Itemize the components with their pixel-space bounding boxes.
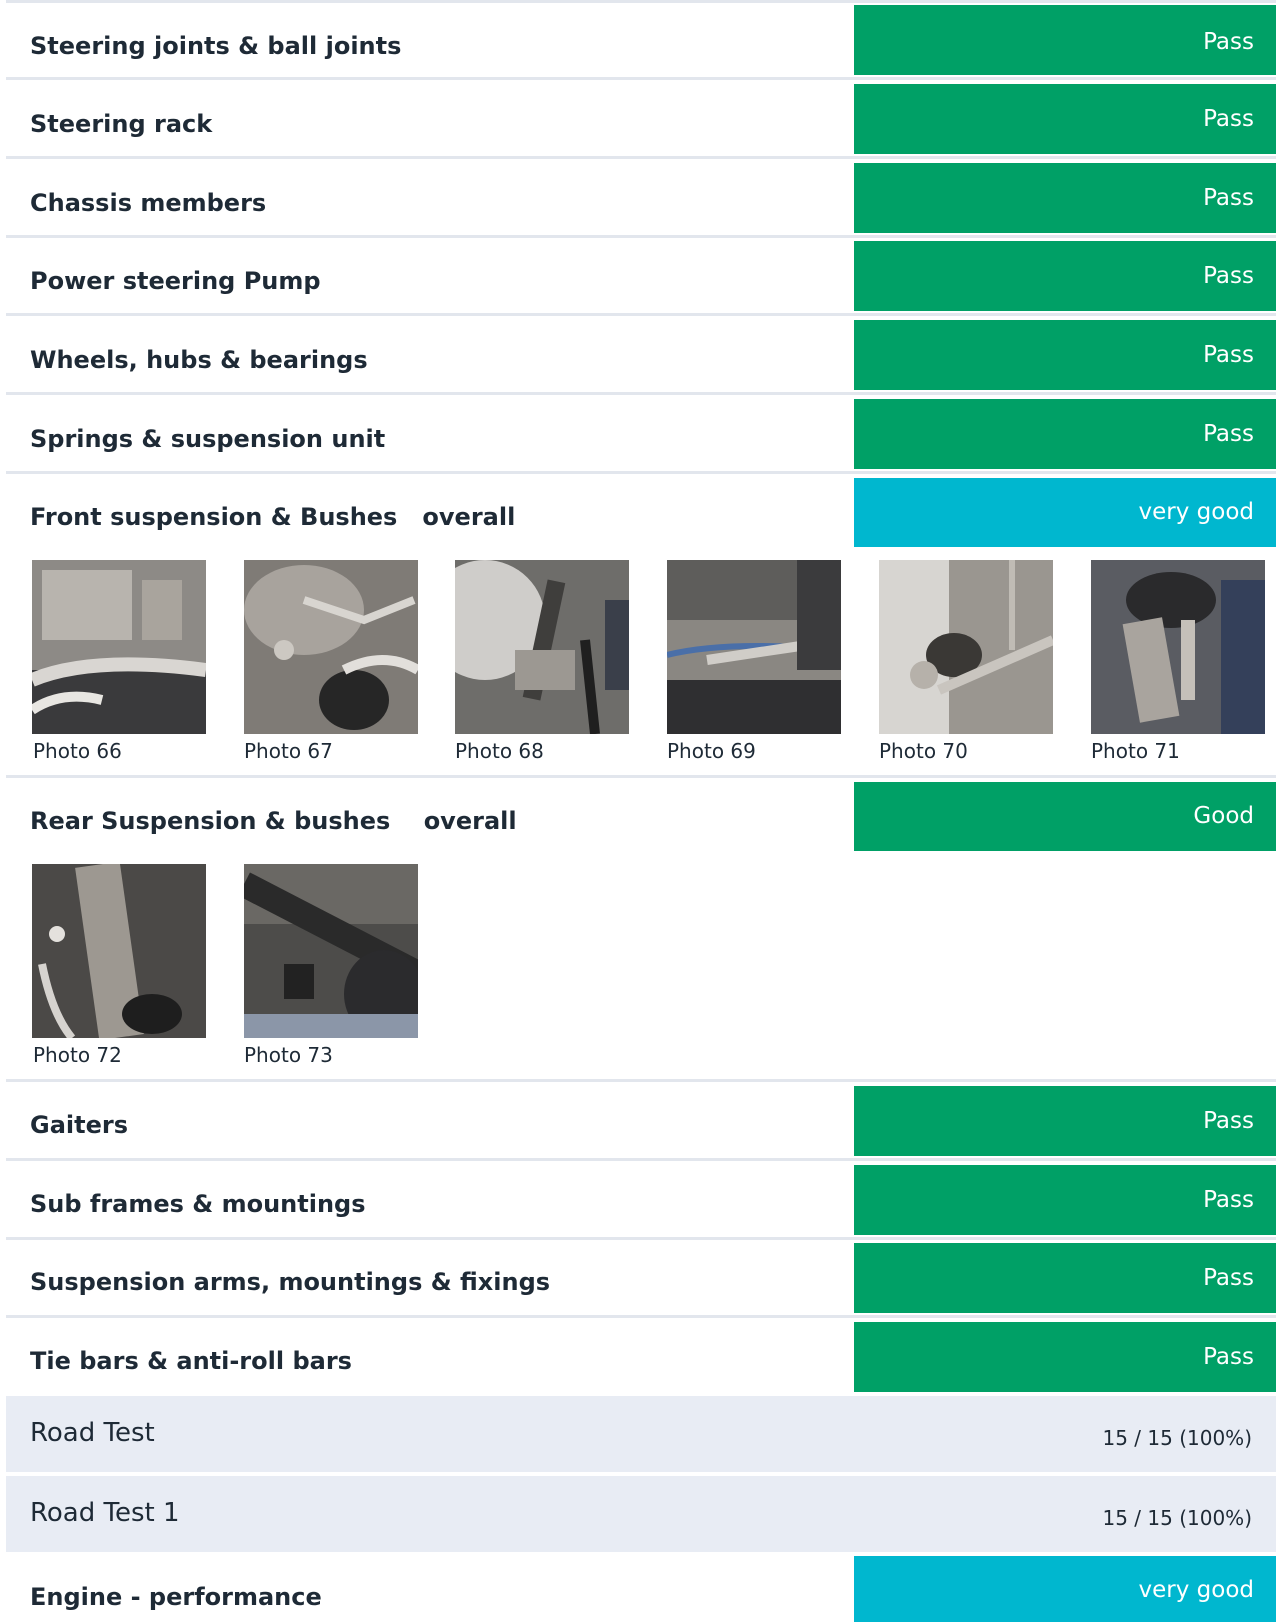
section-score: 15 / 15 (100%) [1102, 1426, 1253, 1450]
status-text: Pass [1203, 29, 1254, 55]
photo-caption: Photo 67 [244, 739, 333, 763]
status-text: Pass [1203, 1265, 1254, 1291]
row-divider [6, 235, 1276, 238]
row-divider [6, 775, 1276, 778]
item-label: Wheels, hubs & bearings [30, 346, 368, 374]
status-badge: Pass [854, 1243, 1276, 1313]
row-divider [6, 0, 1276, 3]
item-label: Sub frames & mountings [30, 1190, 366, 1218]
status-text: Pass [1203, 106, 1254, 132]
status-badge: Pass [854, 320, 1276, 390]
photo-caption: Photo 72 [33, 1043, 122, 1067]
row-divider [6, 313, 1276, 316]
item-label: Power steering Pump [30, 267, 321, 295]
photo-thumbnail[interactable] [879, 560, 1053, 734]
photo-thumbnail[interactable] [244, 864, 418, 1038]
item-label: Steering rack [30, 110, 213, 138]
photo-caption: Photo 68 [455, 739, 544, 763]
row-divider [6, 156, 1276, 159]
item-label: Gaiters [30, 1111, 128, 1139]
status-badge: Pass [854, 1322, 1276, 1392]
photo-thumbnail[interactable] [32, 864, 206, 1038]
status-text: Good [1193, 803, 1254, 829]
row-divider [6, 392, 1276, 395]
section-header[interactable]: Road Test 15 / 15 (100%) [6, 1396, 1276, 1472]
status-text: very good [1138, 1577, 1254, 1603]
section-header[interactable]: Road Test 1 15 / 15 (100%) [6, 1476, 1276, 1552]
row-divider [6, 1237, 1276, 1240]
item-label: Suspension arms, mountings & fixings [30, 1268, 551, 1296]
status-text: Pass [1203, 1187, 1254, 1213]
item-label: Chassis members [30, 189, 267, 217]
item-label: Tie bars & anti-roll bars [30, 1347, 352, 1375]
row-divider [6, 77, 1276, 80]
row-divider [6, 471, 1276, 474]
item-label: Springs & suspension unit [30, 425, 386, 453]
row-divider [6, 1079, 1276, 1082]
status-text: Pass [1203, 421, 1254, 447]
item-label: Steering joints & ball joints [30, 32, 402, 60]
photo-thumbnail[interactable] [1091, 560, 1265, 734]
status-text: Pass [1203, 1344, 1254, 1370]
status-badge: Pass [854, 84, 1276, 154]
photo-caption: Photo 73 [244, 1043, 333, 1067]
status-text: Pass [1203, 1108, 1254, 1134]
item-label: Engine - performance [30, 1583, 322, 1611]
status-badge: Pass [854, 399, 1276, 469]
photo-caption: Photo 66 [33, 739, 122, 763]
photo-thumbnail[interactable] [455, 560, 629, 734]
photo-caption: Photo 70 [879, 739, 968, 763]
item-label: Rear Suspension & bushes overall [30, 807, 517, 835]
status-badge: Pass [854, 5, 1276, 75]
status-text: Pass [1203, 342, 1254, 368]
status-badge: Pass [854, 163, 1276, 233]
status-text: very good [1138, 499, 1254, 525]
photo-thumbnail[interactable] [244, 560, 418, 734]
status-text: Pass [1203, 263, 1254, 289]
photo-thumbnail[interactable] [32, 560, 206, 734]
photo-caption: Photo 71 [1091, 739, 1180, 763]
status-badge: Pass [854, 241, 1276, 311]
section-title: Road Test 1 [30, 1498, 180, 1528]
status-badge: Pass [854, 1086, 1276, 1156]
item-label: Front suspension & Bushes overall [30, 503, 516, 531]
status-badge: Pass [854, 1165, 1276, 1235]
status-badge: Good [854, 782, 1276, 851]
status-badge: very good [854, 478, 1276, 547]
status-badge: very good [854, 1556, 1276, 1622]
status-text: Pass [1203, 185, 1254, 211]
photo-thumbnail[interactable] [667, 560, 841, 734]
section-score: 15 / 15 (100%) [1102, 1506, 1253, 1530]
section-title: Road Test [30, 1418, 155, 1448]
row-divider [6, 1158, 1276, 1161]
row-divider [6, 1315, 1276, 1318]
photo-caption: Photo 69 [667, 739, 756, 763]
